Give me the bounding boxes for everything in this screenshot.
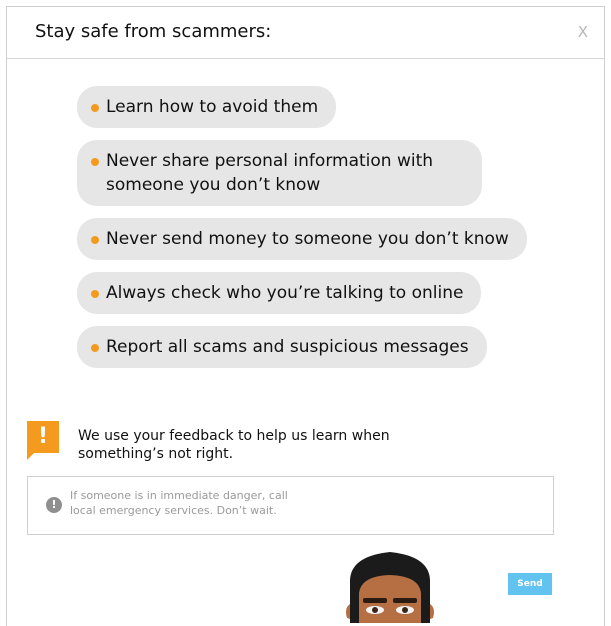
avatar-illustration — [346, 552, 434, 623]
bullet-icon — [91, 158, 99, 166]
tip-bubble: Always check who you’re talking to onlin… — [77, 272, 482, 314]
dialog-header: Stay safe from scammers: X — [7, 7, 604, 59]
bullet-icon — [91, 236, 99, 244]
feedback-text: We use your feedback to help us learn wh… — [78, 428, 390, 462]
tip-text: Learn how to avoid them — [106, 97, 319, 117]
tip-bubble: Never send money to someone you don’t kn… — [77, 218, 527, 260]
close-icon[interactable]: X — [578, 23, 588, 41]
tips-list: Learn how to avoid them Never share pers… — [77, 86, 577, 380]
bullet-icon — [91, 104, 99, 112]
tip-text: Report all scams and suspicious messages — [106, 337, 469, 357]
message-input[interactable]: ! If someone is in immediate danger, cal… — [27, 476, 554, 535]
tip-text: Never share personal information with so… — [106, 151, 434, 195]
tip-text: Always check who you’re talking to onlin… — [106, 283, 464, 303]
tip-bubble: Learn how to avoid them — [77, 86, 337, 128]
dialog-title: Stay safe from scammers: — [35, 21, 272, 42]
info-icon: ! — [46, 497, 62, 513]
tip-bubble: Never share personal information with so… — [77, 140, 482, 206]
feedback-notice: ! We use your feedback to help us learn … — [27, 421, 567, 462]
tip-text: Never send money to someone you don’t kn… — [106, 229, 509, 249]
bullet-icon — [91, 290, 99, 298]
send-button[interactable]: Send — [508, 573, 552, 595]
bullet-icon — [91, 344, 99, 352]
exclamation-icon: ! — [27, 421, 59, 460]
tip-bubble: Report all scams and suspicious messages — [77, 326, 487, 368]
input-placeholder: If someone is in immediate danger, call … — [70, 489, 288, 517]
